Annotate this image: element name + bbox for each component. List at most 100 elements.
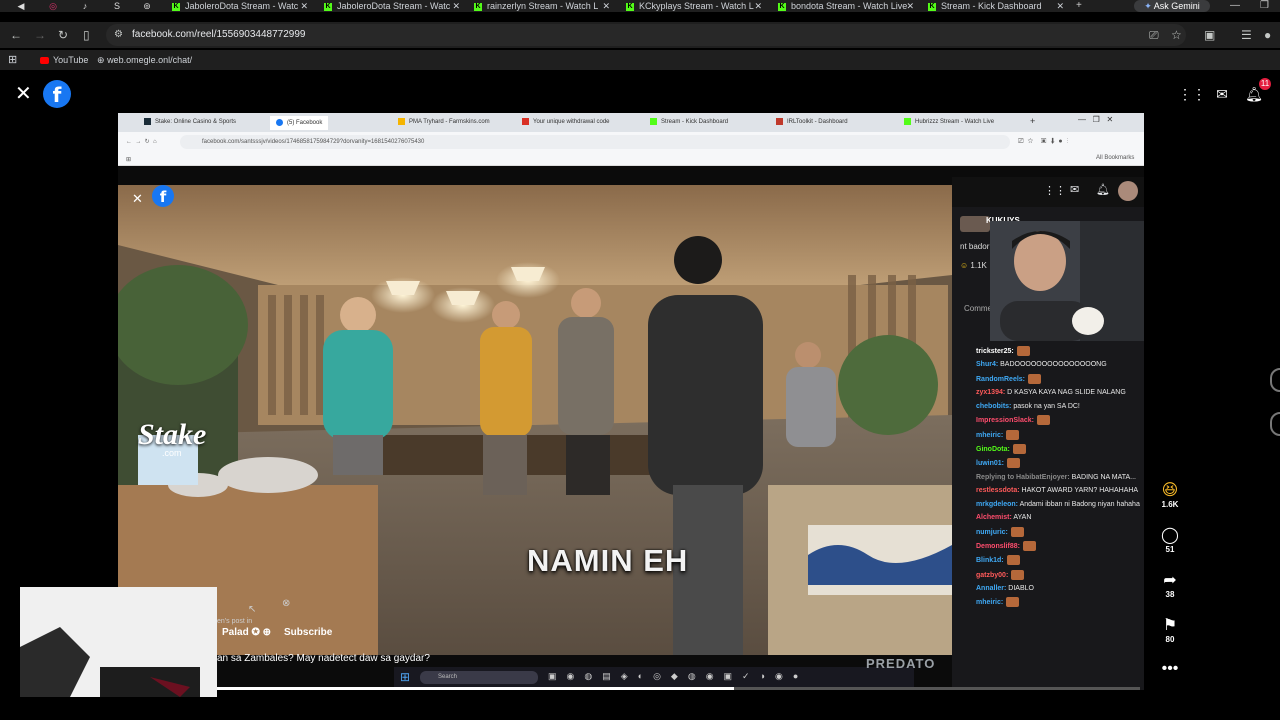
forward-icon[interactable]: → <box>34 28 46 42</box>
reload-icon[interactable]: ↻ <box>58 28 68 42</box>
reaction-count-label: 1.1K <box>970 261 987 270</box>
gmail-favicon-icon <box>522 117 529 125</box>
close-tab-icon[interactable]: ✕ <box>906 0 914 12</box>
chat-message: restlessdota: HAKOT AWARD YARN? HAHAHAHA <box>976 486 1140 496</box>
irltoolkit-favicon-icon <box>776 117 783 125</box>
chat-username: mheiric: <box>976 431 1004 439</box>
chat-emote-icon <box>1006 555 1020 566</box>
streamer-webcam <box>990 221 1144 341</box>
inner-messenger-icon: ✉ <box>1070 184 1080 196</box>
chat-emote-icon <box>1011 569 1025 580</box>
pinned-tab-circle-icon[interactable]: ⊚ <box>140 0 154 12</box>
restore-icon[interactable]: ❐ <box>1260 0 1269 12</box>
ask-gemini-button[interactable]: ✦ Ask Gemini <box>1134 0 1210 12</box>
save-count: 80 <box>1165 635 1175 644</box>
pinned-tab-s-icon[interactable]: S <box>110 0 124 12</box>
chat-emote-icon <box>1006 429 1020 440</box>
close-popup-icon[interactable]: ⊗ <box>282 598 290 609</box>
inner-tab: IRLToolkit - Dashboard <box>776 117 848 127</box>
chat-username: Shur4: <box>976 361 999 369</box>
minimize-icon[interactable]: — <box>1230 0 1240 12</box>
scroll-down-button[interactable] <box>1270 412 1280 436</box>
profile-avatar[interactable]: ● <box>1264 28 1271 42</box>
tab-label: JaboleroDota Stream - Watc <box>337 1 451 11</box>
windows-start-icon: ⊞ <box>400 670 411 684</box>
kick-favicon-icon: K <box>928 2 936 11</box>
close-tab-icon[interactable]: ✕ <box>300 0 308 12</box>
pinned-tab-tiktok-icon[interactable]: ♪ <box>78 0 92 12</box>
inner-tab-label: Stake: Online Casino & Sports <box>155 119 237 125</box>
address-url[interactable]: facebook.com/reel/1556903448772999 <box>132 28 305 42</box>
browser-tab[interactable]: K JaboleroDota Stream - Watc ✕ <box>172 0 308 12</box>
inner-tab: Stake: Online Casino & Sports <box>144 117 236 127</box>
more-options[interactable]: ••• <box>1150 660 1190 678</box>
site-info-icon[interactable]: ⚙ <box>114 28 123 42</box>
subscribe-button[interactable]: Subscribe <box>284 627 332 638</box>
kick-favicon-icon: K <box>474 2 482 11</box>
chat-username: chebobits: <box>976 402 1012 410</box>
inner-avatar <box>1118 181 1138 201</box>
extensions-icon[interactable]: ▣ <box>1204 28 1215 42</box>
browser-tab[interactable]: K KCkyplays Stream - Watch L ✕ <box>626 0 762 12</box>
post-meta: en's post in <box>217 618 253 625</box>
close-tab-icon[interactable]: ✕ <box>1056 0 1064 12</box>
inner-window-controls: — ❐ ✕ <box>1078 115 1114 124</box>
comment-action[interactable]: ◯ 51 <box>1150 527 1190 555</box>
chat-message: GinoDota: <box>976 443 1140 454</box>
browser-tab[interactable]: K JaboleroDota Stream - Watc ✕ <box>324 0 460 12</box>
inner-nav-icons: ← → ↻ ⌂ <box>126 139 157 145</box>
bookmark-star-icon[interactable]: ☆ <box>1171 28 1182 42</box>
predator-watermark: PREDATO <box>866 656 936 671</box>
chat-message: Replying to HabibatEnjoyer: BADING NA MA… <box>976 473 1140 483</box>
kick-favicon-icon: K <box>626 2 634 11</box>
inner-bookmarks-bar <box>118 152 1144 166</box>
new-tab-icon[interactable]: + <box>1076 0 1082 12</box>
pinned-tab-instagram-icon[interactable]: ◎ <box>46 0 60 12</box>
chat-text: Andami ibban ni Badong niyan hahaha <box>1018 500 1140 508</box>
apps-grid-icon[interactable]: ⊞ <box>8 54 17 66</box>
sidepanel-icon[interactable]: ▯ <box>83 28 90 42</box>
share-icon: ➦ <box>1163 572 1177 589</box>
close-reel-icon[interactable]: ✕ <box>15 84 32 104</box>
chat-username: RandomReels: <box>976 375 1026 383</box>
close-tab-icon[interactable]: ✕ <box>602 0 610 12</box>
inner-tab-label: IRLToolkit - Dashboard <box>787 119 848 125</box>
chat-emote-icon <box>1022 540 1036 551</box>
inner-tab-label: PMA Tryhard - Farmskins.com <box>409 119 490 125</box>
menu-icon[interactable]: ☰ <box>1241 28 1252 42</box>
pinned-tab-audio-icon[interactable]: ◀ <box>14 0 28 12</box>
chat-username: numjuric: <box>976 528 1008 536</box>
menu-grid-icon[interactable]: ⋮⋮ <box>1178 83 1206 105</box>
chat-message: Blink1d: <box>976 555 1140 566</box>
inner-facebook-logo: f <box>152 185 174 207</box>
browser-tab[interactable]: Kbondota Stream - Watch Live ✕ <box>778 0 914 12</box>
browser-tab[interactable]: K Stream - Kick Dashboard ✕ <box>928 0 1064 12</box>
bookmark-omegle[interactable]: ⊕ web.omegle.onl/chat/ <box>97 54 192 66</box>
messenger-icon[interactable]: ✉ <box>1211 83 1233 105</box>
close-tab-icon[interactable]: ✕ <box>754 0 762 12</box>
chat-message: Demonslif88: <box>976 540 1140 551</box>
close-tab-icon[interactable]: ✕ <box>452 0 460 12</box>
share-action[interactable]: ➦ 38 <box>1150 572 1190 600</box>
author-name[interactable]: Palad ✪ ⊕ <box>222 627 271 638</box>
reaction-count: ☺ 1.1K <box>960 261 987 270</box>
save-action[interactable]: ⚑ 80 <box>1150 617 1190 645</box>
browser-tab[interactable]: Krainzerlyn Stream - Watch L ✕ <box>474 0 610 12</box>
tab-label: bondota Stream - Watch Live <box>791 1 908 11</box>
facebook-favicon-icon <box>276 118 283 126</box>
chat-text: BADOOOOOOOOOOOOOOONG <box>998 361 1107 369</box>
bookmark-youtube[interactable]: YouTube <box>40 54 88 66</box>
chat-emote-icon <box>1007 458 1021 469</box>
chat-message: Shur4: BADOOOOOOOOOOOOOOONG <box>976 360 1140 370</box>
like-emoji-icon: 😆︎ <box>1161 482 1179 499</box>
chat-message: gatzby00: <box>976 569 1140 580</box>
chat-emote-icon <box>1036 415 1050 426</box>
facebook-logo[interactable]: f <box>43 80 71 108</box>
scroll-up-button[interactable] <box>1270 368 1280 392</box>
back-icon[interactable]: ← <box>10 28 22 42</box>
reel-video[interactable]: ✕ f <box>118 185 952 655</box>
like-action[interactable]: 😆︎ 1.6K <box>1150 482 1190 510</box>
kick-favicon-icon <box>904 117 911 125</box>
cast-icon[interactable]: ⎚ <box>1149 28 1159 42</box>
chat-message: Annaller: DIABLO <box>976 584 1140 594</box>
